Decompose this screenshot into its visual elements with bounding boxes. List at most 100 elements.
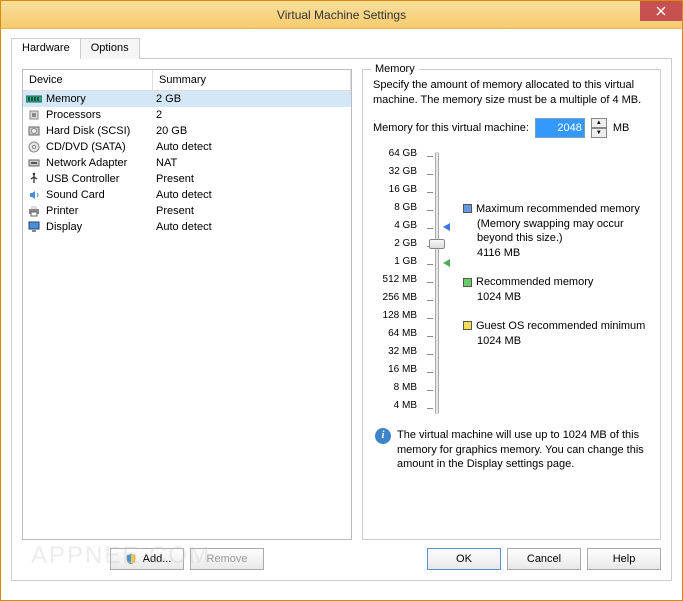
device-summary: Auto detect: [156, 141, 348, 153]
printer-icon: [26, 205, 42, 217]
tabs: Hardware Options: [11, 37, 672, 59]
slider-tick-label: 256 MB: [373, 292, 421, 310]
device-name: Processors: [46, 109, 101, 121]
slider-thumb[interactable]: [429, 239, 445, 249]
slider-tick-label: 64 MB: [373, 328, 421, 346]
slider-tick: [427, 228, 433, 229]
info-box: i The virtual machine will use up to 102…: [373, 426, 650, 475]
slider-tick-label: 32 GB: [373, 166, 421, 184]
table-row[interactable]: CD/DVD (SATA) Auto detect: [23, 139, 351, 155]
tab-options[interactable]: Options: [80, 38, 140, 59]
shield-icon: [123, 553, 139, 565]
device-summary: NAT: [156, 157, 348, 169]
slider-tick: [427, 156, 433, 157]
memory-legend: Memory: [371, 63, 419, 75]
device-summary: Auto detect: [156, 221, 348, 233]
device-table-header: Device Summary: [23, 70, 351, 91]
spinner-down[interactable]: ▼: [591, 128, 607, 138]
slider-tick-label: 8 GB: [373, 202, 421, 220]
slider-tick: [427, 282, 433, 283]
slider-tick: [427, 192, 433, 193]
close-button[interactable]: [640, 1, 682, 21]
device-name: Network Adapter: [46, 157, 127, 169]
display-icon: [26, 221, 42, 233]
legend-guest: Guest OS recommended minimum 1024 MB: [463, 319, 650, 349]
cancel-button[interactable]: Cancel: [507, 548, 581, 570]
slider-tick-label: 64 GB: [373, 148, 421, 166]
table-row[interactable]: Processors2: [23, 107, 351, 123]
slider-tick: [427, 336, 433, 337]
slider-tick-label: 128 MB: [373, 310, 421, 328]
slider-tick: [427, 210, 433, 211]
table-row[interactable]: DisplayAuto detect: [23, 219, 351, 235]
legend-square-blue: [463, 204, 472, 213]
left-panel: Device Summary Memory2 GBProcessors2Hard…: [22, 69, 352, 570]
sound-icon: [26, 189, 42, 201]
slider-tick: [427, 408, 433, 409]
memory-desc: Specify the amount of memory allocated t…: [373, 78, 650, 108]
device-name: USB Controller: [46, 173, 119, 185]
window: Virtual Machine Settings Hardware Option…: [0, 0, 683, 601]
add-button-label: Add...: [143, 553, 172, 565]
tab-body: Device Summary Memory2 GBProcessors2Hard…: [11, 59, 672, 581]
memory-input-label: Memory for this virtual machine:: [373, 122, 529, 134]
slider-tick: [427, 372, 433, 373]
cd-icon: [26, 141, 42, 153]
slider-labels: 64 GB32 GB16 GB8 GB4 GB2 GB1 GB512 MB256…: [373, 148, 421, 418]
device-name: Hard Disk (SCSI): [46, 125, 130, 137]
slider-tick-label: 2 GB: [373, 238, 421, 256]
table-row[interactable]: Memory2 GB: [23, 91, 351, 107]
device-name: Sound Card: [46, 189, 105, 201]
add-button[interactable]: Add...: [110, 548, 184, 570]
table-row[interactable]: Hard Disk (SCSI) 20 GB: [23, 123, 351, 139]
device-name: Printer: [46, 205, 78, 217]
legend-max: Maximum recommended memory (Memory swapp…: [463, 202, 650, 261]
slider-tick: [427, 390, 433, 391]
slider-track-col: [421, 148, 455, 418]
slider-tick: [427, 300, 433, 301]
marker-max: [443, 223, 450, 231]
table-row[interactable]: Network Adapter NAT: [23, 155, 351, 171]
memory-fieldset: Memory Specify the amount of memory allo…: [362, 69, 661, 540]
content: Hardware Options Device Summary Memory2 …: [1, 29, 682, 600]
spinner-up[interactable]: ▲: [591, 118, 607, 128]
close-icon: [656, 6, 666, 16]
slider-tick: [427, 264, 433, 265]
memory-unit: MB: [613, 122, 630, 134]
slider-tick: [427, 318, 433, 319]
titlebar: Virtual Machine Settings: [1, 1, 682, 29]
memory-input-row: Memory for this virtual machine: ▲ ▼ MB: [373, 118, 650, 138]
slider-tick: [427, 354, 433, 355]
column-device[interactable]: Device: [23, 70, 153, 90]
device-summary: 2 GB: [156, 93, 348, 105]
table-row[interactable]: Sound Card Auto detect: [23, 187, 351, 203]
slider-track[interactable]: [435, 152, 439, 414]
cpu-icon: [26, 109, 42, 121]
slider-tick-label: 8 MB: [373, 382, 421, 400]
legend-rec: Recommended memory 1024 MB: [463, 275, 650, 305]
table-row[interactable]: Printer Present: [23, 203, 351, 219]
device-summary: 20 GB: [156, 125, 348, 137]
device-summary: Present: [156, 205, 348, 217]
marker-rec: [443, 259, 450, 267]
ok-button[interactable]: OK: [427, 548, 501, 570]
memory-spinner: ▲ ▼: [591, 118, 607, 138]
memory-icon: [26, 93, 42, 105]
info-text: The virtual machine will use up to 1024 …: [397, 428, 648, 473]
memory-input[interactable]: [535, 118, 585, 138]
window-title: Virtual Machine Settings: [277, 8, 406, 22]
remove-button[interactable]: Remove: [190, 548, 264, 570]
help-button[interactable]: Help: [587, 548, 661, 570]
slider-tick-label: 16 MB: [373, 364, 421, 382]
slider-tick-label: 1 GB: [373, 256, 421, 274]
table-row[interactable]: USB ControllerPresent: [23, 171, 351, 187]
right-panel: Memory Specify the amount of memory allo…: [362, 69, 661, 570]
legend-area: Maximum recommended memory (Memory swapp…: [455, 148, 650, 418]
device-name: CD/DVD (SATA): [46, 141, 126, 153]
footer-buttons: OK Cancel Help: [362, 548, 661, 570]
device-summary: Auto detect: [156, 189, 348, 201]
slider-tick-label: 16 GB: [373, 184, 421, 202]
usb-icon: [26, 173, 42, 185]
tab-hardware[interactable]: Hardware: [11, 38, 81, 59]
column-summary[interactable]: Summary: [153, 70, 351, 90]
